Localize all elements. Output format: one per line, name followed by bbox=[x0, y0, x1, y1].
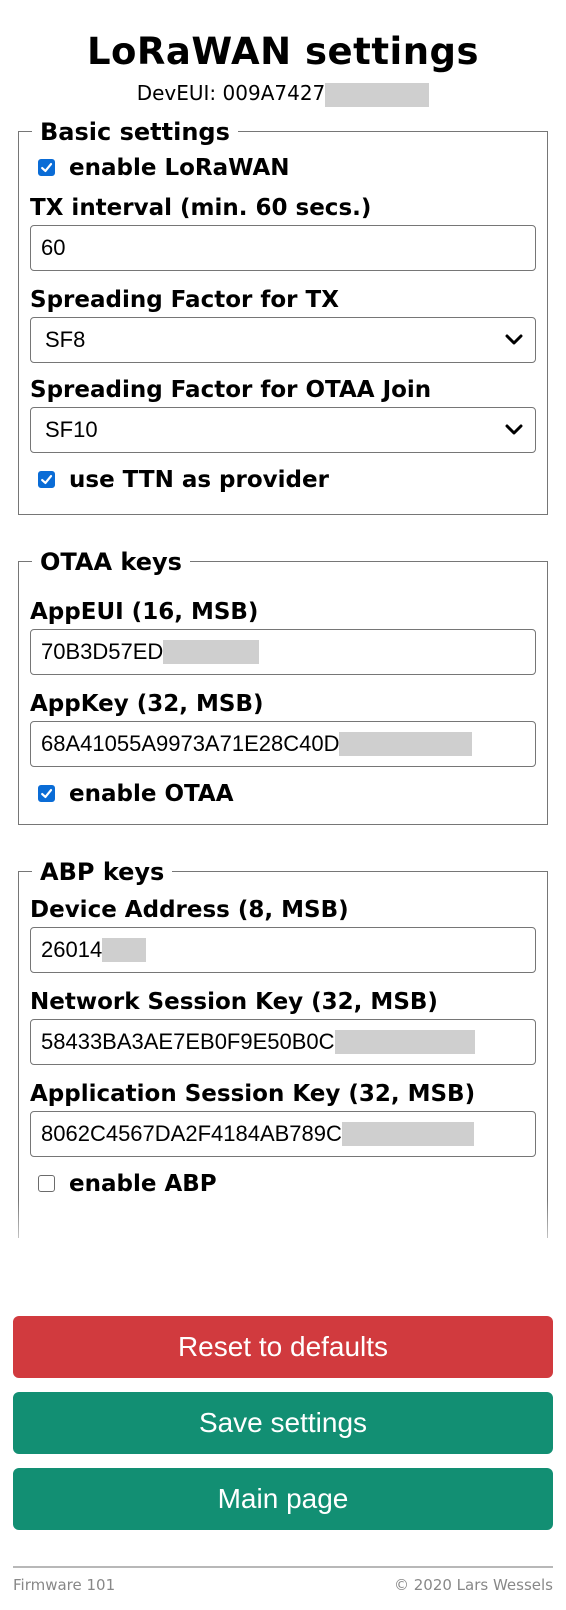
sf-join-select[interactable]: SF10 bbox=[30, 406, 536, 453]
tx-interval-value: 60 bbox=[41, 234, 66, 260]
devaddr-value: 26014 bbox=[41, 936, 103, 962]
copyright: © 2020 Lars Wessels bbox=[393, 1576, 553, 1594]
devaddr-label: Device Address (8, MSB) bbox=[30, 896, 349, 923]
redacted-block bbox=[102, 937, 147, 962]
appeui-label: AppEUI (16, MSB) bbox=[30, 598, 259, 625]
appkey-input[interactable]: 68A41055A9973A71E28C40D bbox=[30, 720, 536, 767]
sticky-footer: Reset to defaults Save settings Main pag… bbox=[0, 1288, 566, 1610]
tx-interval-label: TX interval (min. 60 secs.) bbox=[30, 194, 372, 221]
redacted-block bbox=[163, 639, 260, 664]
devaddr-input[interactable]: 26014 bbox=[30, 926, 536, 973]
enable-otaa-label: enable OTAA bbox=[69, 780, 234, 807]
reset-defaults-button[interactable]: Reset to defaults bbox=[13, 1316, 553, 1378]
enable-abp-checkbox[interactable] bbox=[38, 1175, 55, 1192]
checkmark-icon bbox=[41, 474, 53, 485]
appkey-value: 68A41055A9973A71E28C40D bbox=[41, 730, 340, 756]
otaa-keys-fieldset: OTAA keys AppEUI (16, MSB) 70B3D57ED App… bbox=[18, 546, 548, 825]
checkmark-icon bbox=[41, 788, 53, 799]
enable-abp-row[interactable]: enable ABP bbox=[30, 1169, 536, 1199]
basic-settings-fieldset: Basic settings enable LoRaWAN TX interva… bbox=[18, 116, 548, 515]
nwkskey-label: Network Session Key (32, MSB) bbox=[30, 988, 438, 1015]
sf-tx-select[interactable]: SF8 bbox=[30, 316, 536, 363]
otaa-keys-legend: OTAA keys bbox=[40, 547, 182, 576]
tx-interval-input[interactable]: 60 bbox=[30, 224, 536, 271]
chevron-down-icon bbox=[505, 424, 523, 434]
sf-join-label: Spreading Factor for OTAA Join bbox=[30, 376, 432, 403]
sf-tx-value: SF8 bbox=[45, 326, 86, 352]
redacted-block bbox=[341, 1121, 474, 1146]
redacted-block bbox=[334, 1029, 475, 1054]
use-ttn-checkbox[interactable] bbox=[38, 471, 55, 488]
enable-otaa-row[interactable]: enable OTAA bbox=[30, 779, 536, 809]
appskey-value: 8062C4567DA2F4184AB789C bbox=[41, 1120, 342, 1146]
chevron-down-icon bbox=[505, 334, 523, 344]
abp-keys-legend: ABP keys bbox=[40, 857, 165, 886]
enable-lorawan-label: enable LoRaWAN bbox=[69, 154, 290, 181]
redacted-block bbox=[325, 82, 430, 107]
appskey-input[interactable]: 8062C4567DA2F4184AB789C bbox=[30, 1110, 536, 1157]
enable-lorawan-row[interactable]: enable LoRaWAN bbox=[30, 153, 536, 183]
save-settings-button[interactable]: Save settings bbox=[13, 1392, 553, 1454]
checkmark-icon bbox=[41, 162, 53, 173]
enable-otaa-checkbox[interactable] bbox=[38, 785, 55, 802]
enable-lorawan-checkbox[interactable] bbox=[38, 159, 55, 176]
redacted-block bbox=[339, 731, 473, 756]
nwkskey-input[interactable]: 58433BA3AE7EB0F9E50B0C bbox=[30, 1018, 536, 1065]
deveui-text: DevEUI: 009A7427 bbox=[136, 81, 326, 105]
footer-divider bbox=[13, 1566, 553, 1568]
page-title: LoRaWAN settings bbox=[86, 30, 480, 73]
basic-settings-legend: Basic settings bbox=[40, 117, 230, 146]
appkey-label: AppKey (32, MSB) bbox=[30, 690, 264, 717]
use-ttn-label: use TTN as provider bbox=[69, 466, 329, 493]
deveui-line: DevEUI: 009A7427 bbox=[18, 80, 548, 107]
sf-join-value: SF10 bbox=[45, 416, 98, 442]
nwkskey-value: 58433BA3AE7EB0F9E50B0C bbox=[41, 1028, 335, 1054]
main-page-button[interactable]: Main page bbox=[13, 1468, 553, 1530]
appeui-value: 70B3D57ED bbox=[41, 638, 164, 664]
appskey-label: Application Session Key (32, MSB) bbox=[30, 1080, 476, 1107]
firmware-version: Firmware 101 bbox=[13, 1576, 116, 1594]
sf-tx-label: Spreading Factor for TX bbox=[30, 286, 339, 313]
enable-abp-label: enable ABP bbox=[69, 1170, 217, 1197]
abp-keys-fieldset: ABP keys Device Address (8, MSB) 26014 N… bbox=[18, 856, 548, 1238]
use-ttn-row[interactable]: use TTN as provider bbox=[30, 465, 536, 495]
appeui-input[interactable]: 70B3D57ED bbox=[30, 628, 536, 675]
